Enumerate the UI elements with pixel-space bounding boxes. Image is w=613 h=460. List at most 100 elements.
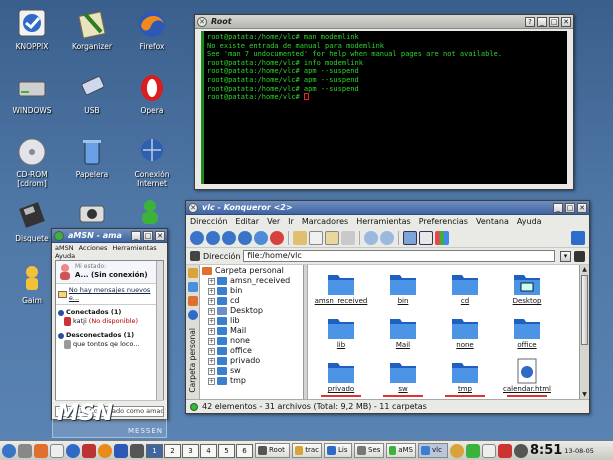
- pager-desktop-2[interactable]: 2: [164, 443, 181, 458]
- close-button[interactable]: ✕: [577, 202, 587, 213]
- file-icon-view[interactable]: amsn_received bin cd Desktop lib Mail no…: [308, 265, 579, 399]
- vertical-scrollbar[interactable]: ▲ ▼: [579, 265, 589, 399]
- amsn-window[interactable]: aMSN - ama _ □ ✕ aMSN Acciones Herramien…: [51, 228, 168, 420]
- minimize-button[interactable]: _: [131, 230, 141, 241]
- user-status[interactable]: A... (Sin conexión): [75, 271, 148, 279]
- msn-people-icon[interactable]: [136, 198, 164, 226]
- tree-item[interactable]: + cd: [202, 296, 301, 306]
- maximize-button[interactable]: □: [143, 230, 153, 241]
- home-icon[interactable]: [238, 230, 252, 245]
- collapse-icon[interactable]: [58, 332, 64, 339]
- tree-item[interactable]: + Mail: [202, 326, 301, 336]
- icon-view-icon[interactable]: [403, 230, 417, 245]
- menu-herramientas[interactable]: Herramientas: [112, 244, 156, 252]
- color-view-icon[interactable]: [435, 230, 449, 245]
- konqueror-titlebar[interactable]: ✕ vlc - Konqueror <2> _ □ ✕: [186, 201, 589, 215]
- desktop-icon-knoppix[interactable]: KNOPPIX: [2, 8, 62, 51]
- tray-amsn-icon[interactable]: [466, 443, 480, 458]
- globe-icon[interactable]: [66, 443, 80, 458]
- task-lis[interactable]: Lis: [324, 443, 352, 458]
- contact-item[interactable]: katji (No disponible): [58, 317, 161, 326]
- back-arrow-icon[interactable]: [206, 230, 220, 245]
- offline-group-header[interactable]: Desconectados (1): [58, 331, 161, 340]
- maximize-button[interactable]: □: [549, 16, 559, 27]
- terminal-output[interactable]: root@patata:/home/vlc# man modemlink No e…: [201, 31, 567, 184]
- tray-volume-icon[interactable]: [514, 443, 528, 458]
- file-item[interactable]: amsn_received: [310, 269, 372, 306]
- desktop-icon-korganizer[interactable]: Korganizer: [62, 8, 122, 51]
- new-messages-link[interactable]: No hay mensajes nuevos e...: [69, 286, 161, 302]
- zoom-in-icon[interactable]: [364, 230, 378, 245]
- menu-ayuda[interactable]: Ayuda: [55, 252, 75, 260]
- online-group-header[interactable]: Conectados (1): [58, 308, 161, 317]
- paste-icon[interactable]: [325, 230, 339, 245]
- scroll-down-arrow-icon[interactable]: ▼: [581, 390, 588, 399]
- file-item[interactable]: cd: [434, 269, 496, 306]
- camera-icon[interactable]: [78, 201, 106, 225]
- tree-item[interactable]: + Desktop: [202, 306, 301, 316]
- menu-ventana[interactable]: Ventana: [476, 217, 509, 226]
- menu-ayuda[interactable]: Ayuda: [517, 217, 542, 226]
- konqueror-window[interactable]: ✕ vlc - Konqueror <2> _ □ ✕ Dirección Ed…: [185, 200, 590, 414]
- location-dropdown-button[interactable]: ▾: [560, 250, 571, 262]
- klipper-icon[interactable]: [450, 443, 464, 458]
- tree-item[interactable]: + lib: [202, 316, 301, 326]
- file-item[interactable]: calendar.html: [496, 357, 558, 397]
- desktop-icon-conexion[interactable]: Conexión Internet: [122, 136, 182, 188]
- menu-ver[interactable]: Ver: [267, 217, 280, 226]
- pager-desktop-1[interactable]: 1: [146, 443, 163, 458]
- menu-preferencias[interactable]: Preferencias: [419, 217, 468, 226]
- pager-desktop-6[interactable]: 6: [236, 443, 253, 458]
- desktop-icon-cdrom[interactable]: CD-ROM [cdrom]: [2, 136, 62, 188]
- menu-ir[interactable]: Ir: [288, 217, 294, 226]
- file-item[interactable]: Mail: [372, 313, 434, 350]
- amsn-titlebar[interactable]: aMSN - ama _ □ ✕: [52, 229, 167, 243]
- close-x-icon[interactable]: ✕: [197, 16, 207, 27]
- folder-tree[interactable]: Carpeta personal + amsn_received + bin + cd…: [200, 265, 304, 399]
- file-item[interactable]: tmp: [434, 357, 496, 397]
- tree-item[interactable]: + office: [202, 346, 301, 356]
- panel-clock[interactable]: 8:51: [530, 443, 562, 458]
- reload-icon[interactable]: [254, 230, 268, 245]
- location-input[interactable]: file:/home/vlc: [243, 250, 555, 262]
- print-icon[interactable]: [341, 230, 355, 245]
- list-view-icon[interactable]: [419, 230, 433, 245]
- console-icon[interactable]: [18, 443, 32, 458]
- tree-item[interactable]: + sw: [202, 366, 301, 376]
- tree-item[interactable]: + bin: [202, 286, 301, 296]
- pager-desktop-3[interactable]: 3: [182, 443, 199, 458]
- tree-item[interactable]: + none: [202, 336, 301, 346]
- close-x-icon[interactable]: ✕: [188, 202, 198, 213]
- penguin-icon[interactable]: [50, 443, 64, 458]
- maximize-button[interactable]: □: [565, 202, 575, 213]
- kde-gear-icon[interactable]: [571, 230, 585, 245]
- help-icon[interactable]: [114, 443, 128, 458]
- desktop-icon-papelera[interactable]: Papelera: [62, 136, 122, 179]
- file-item[interactable]: privado: [310, 357, 372, 397]
- contact-item[interactable]: que tontos qe loco...: [58, 340, 161, 349]
- desktop-icon-firefox[interactable]: Firefox: [122, 8, 182, 51]
- file-item[interactable]: sw: [372, 357, 434, 397]
- terminal-window[interactable]: ✕ Root ? _ □ ✕ root@patata:/home/vlc# ma…: [194, 14, 574, 190]
- forward-arrow-icon[interactable]: [222, 230, 236, 245]
- terminal-icon[interactable]: [130, 443, 144, 458]
- terminal-titlebar[interactable]: ✕ Root ? _ □ ✕: [195, 15, 573, 29]
- menu-marcadores[interactable]: Marcadores: [302, 217, 348, 226]
- menu-herramientas[interactable]: Herramientas: [356, 217, 411, 226]
- task-ams[interactable]: aMS: [386, 443, 416, 458]
- desktop-icon-windows[interactable]: WINDOWS: [2, 72, 62, 115]
- history-tab-icon[interactable]: [187, 282, 198, 292]
- desktop-icon-usb[interactable]: USB: [62, 72, 122, 115]
- contact-list-scrollbar[interactable]: [156, 261, 163, 400]
- kmenu-icon[interactable]: [2, 443, 16, 458]
- task-ses[interactable]: Ses: [354, 443, 384, 458]
- clear-location-icon[interactable]: [190, 251, 200, 261]
- copy-icon[interactable]: [309, 230, 323, 245]
- minimize-button[interactable]: _: [553, 202, 563, 213]
- pager-desktop-4[interactable]: 4: [200, 443, 217, 458]
- up-arrow-icon[interactable]: [190, 230, 204, 245]
- file-item[interactable]: none: [434, 313, 496, 350]
- menu-amsn[interactable]: aMSN: [55, 244, 74, 252]
- tree-item[interactable]: + amsn_received: [202, 276, 301, 286]
- tray-keyboard-icon[interactable]: [482, 443, 496, 458]
